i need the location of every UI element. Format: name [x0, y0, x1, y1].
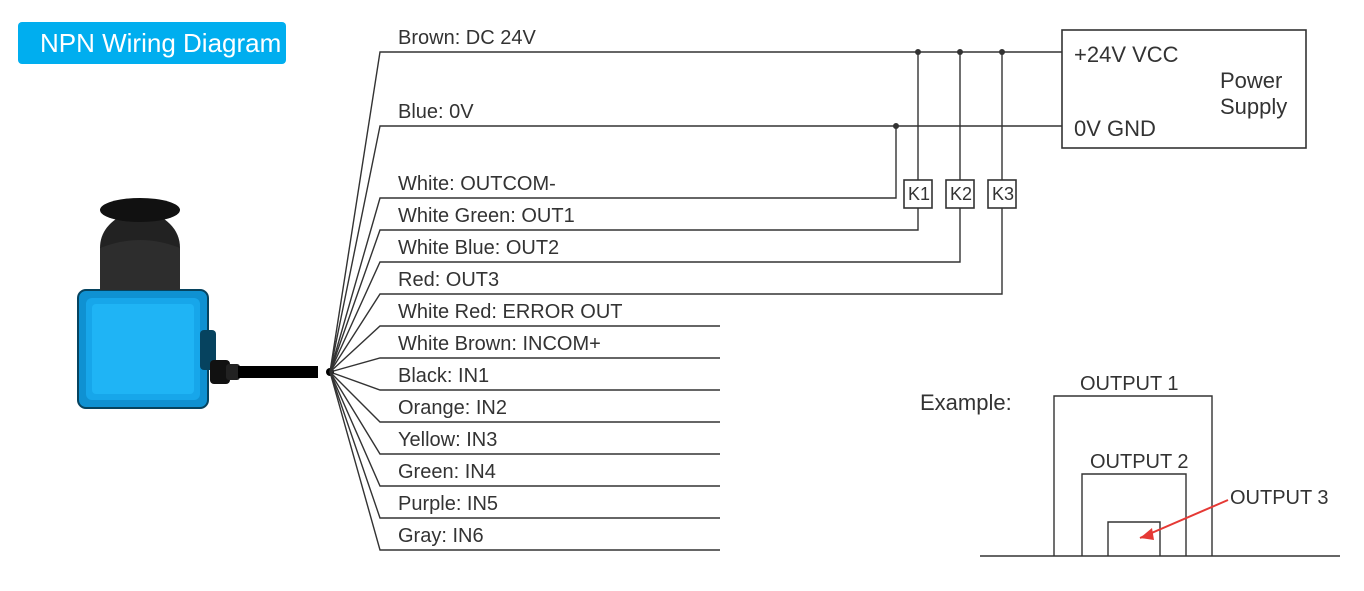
wire-label-out3: Red: OUT3 — [398, 269, 499, 291]
relay-k2: K2 — [946, 52, 974, 208]
diagram-title: NPN Wiring Diagram — [40, 28, 281, 58]
relay-k1: K1 — [904, 52, 932, 208]
wire-label-out1: White Green: OUT1 — [398, 205, 575, 227]
arrow-out3-head — [1140, 528, 1154, 540]
wire-black-in1: Black: IN1 — [330, 365, 720, 390]
wire-yellow-in3: Yellow: IN3 — [330, 372, 720, 454]
wire-whitebrown-incom: White Brown: INCOM+ — [330, 333, 720, 372]
example-out2-label: OUTPUT 2 — [1090, 451, 1189, 473]
ps-vcc-label: +24V VCC — [1074, 42, 1179, 67]
wire-purple-in5: Purple: IN5 — [330, 372, 720, 518]
ps-gnd-label: 0V GND — [1074, 116, 1156, 141]
wire-label-in2: Orange: IN2 — [398, 397, 507, 419]
example-heading: Example: — [920, 390, 1012, 415]
ps-name-line2: Supply — [1220, 94, 1287, 119]
example-out1-label: OUTPUT 1 — [1080, 373, 1179, 395]
wiring-diagram: NPN Wiring Diagram Brown: DC 24V Bl — [0, 0, 1364, 591]
relay-k3: K3 — [988, 52, 1016, 208]
wire-label-brown: Brown: DC 24V — [398, 27, 536, 49]
wire-label-blue: Blue: 0V — [398, 101, 474, 123]
wire-label-in1: Black: IN1 — [398, 365, 489, 387]
wire-label-in6: Gray: IN6 — [398, 525, 484, 547]
power-supply-box: +24V VCC 0V GND Power Supply — [1062, 30, 1306, 148]
wire-label-out2: White Blue: OUT2 — [398, 237, 559, 259]
wire-label-in5: Purple: IN5 — [398, 493, 498, 515]
ps-name-line1: Power — [1220, 68, 1282, 93]
wire-green-in4: Green: IN4 — [330, 372, 720, 486]
relay-k2-label: K2 — [950, 184, 972, 204]
sensor-device — [78, 198, 318, 408]
example-out3-label: OUTPUT 3 — [1230, 487, 1329, 509]
example-zones: Example: OUTPUT 1 OUTPUT 2 OUTPUT 3 — [920, 373, 1340, 556]
wire-gray-in6: Gray: IN6 — [330, 372, 720, 550]
wire-label-error: White Red: ERROR OUT — [398, 301, 622, 323]
relay-k1-label: K1 — [908, 184, 930, 204]
wire-label-in3: Yellow: IN3 — [398, 429, 497, 451]
wire-orange-in2: Orange: IN2 — [330, 372, 720, 422]
wire-label-incom: White Brown: INCOM+ — [398, 333, 601, 355]
arrow-out3 — [1140, 500, 1228, 538]
relay-k3-label: K3 — [992, 184, 1014, 204]
wire-label-outcom: White: OUTCOM- — [398, 173, 556, 195]
wire-label-in4: Green: IN4 — [398, 461, 496, 483]
